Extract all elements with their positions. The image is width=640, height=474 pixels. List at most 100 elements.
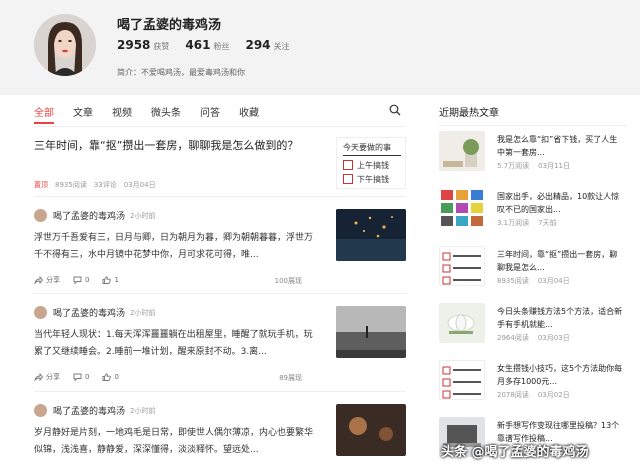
comment-button[interactable]: 0 xyxy=(73,276,89,284)
candle-image xyxy=(336,404,406,456)
sidebar-reads: 2964阅读 xyxy=(497,334,529,342)
sidebar-thumbnail[interactable] xyxy=(439,303,485,343)
tab-articles[interactable]: 文章 xyxy=(73,104,93,119)
thumb-line-2: 下午搞钱 xyxy=(357,175,389,184)
sidebar-article-meta: 2078阅读 03月02日 xyxy=(497,390,570,400)
sidebar-reads: 2078阅读 xyxy=(497,391,529,399)
sidebar-divider xyxy=(439,125,627,126)
post-text[interactable]: 浮世万千吾爱有三，日月与卿，日为朝月为暮，卿为朝朝暮暮，浮世万千不得有三，水中月… xyxy=(34,230,320,264)
tab-micro[interactable]: 微头条 xyxy=(151,104,181,119)
share-button[interactable]: 分享 xyxy=(34,372,60,382)
night-lanterns-image xyxy=(336,209,406,261)
article-meta: 置顶 8935阅读 33评论 03月04日 xyxy=(34,180,156,190)
sidebar-thumbnail[interactable] xyxy=(439,246,485,286)
sidebar-article-meta: 8935阅读 03月04日 xyxy=(497,276,570,286)
post-author[interactable]: 喝了孟婆的毒鸡汤 2小时前 xyxy=(34,209,155,222)
plant-image xyxy=(439,131,485,171)
post-views: 89展现 xyxy=(279,374,302,382)
fans-count: 461 xyxy=(185,38,211,52)
profile-avatar[interactable] xyxy=(34,14,96,76)
post-thumbnail[interactable] xyxy=(336,404,406,456)
author-name[interactable]: 喝了孟婆的毒鸡汤 xyxy=(53,404,125,417)
sidebar-article[interactable]: 三年时间，靠“抠”攒出一套房，聊聊我是怎么... 8935阅读 03月04日 xyxy=(439,246,629,290)
like-button[interactable]: 0 xyxy=(102,373,119,381)
tab-videos[interactable]: 视频 xyxy=(112,104,132,119)
sidebar-date: 03月04日 xyxy=(537,277,570,285)
sidebar-title: 近期最热文章 xyxy=(439,108,499,119)
post-author[interactable]: 喝了孟婆的毒鸡汤 2小时前 xyxy=(34,306,155,319)
fans-label: 粉丝 xyxy=(213,42,230,51)
profile-intro: 简介：不爱喝鸡汤，最爱毒鸡汤和你 xyxy=(117,68,245,77)
comment-icon xyxy=(73,373,82,381)
post-text[interactable]: 当代年轻人现状：1.每天浑浑噩噩躺在出租屋里，睡醒了就玩手机，玩累了又继续睡会。… xyxy=(34,327,320,361)
product-grid-image xyxy=(439,188,485,228)
sidebar-date: 03月11日 xyxy=(538,162,570,170)
post-actions: 分享 0 1 xyxy=(34,275,132,285)
share-label: 分享 xyxy=(46,276,60,284)
tab-qa[interactable]: 问答 xyxy=(200,104,220,119)
author-name[interactable]: 喝了孟婆的毒鸡汤 xyxy=(53,306,125,319)
sidebar-article[interactable]: 女生攒钱小技巧，这5个方法助你每月多存1000元... 2078阅读 03月02日 xyxy=(439,360,629,404)
follow-stat[interactable]: 294 关注 xyxy=(245,38,289,52)
post-text[interactable]: 岁月静好是片刻，一地鸡毛是日常，即使世人偶尔薄凉，内心也要繁华似锦，浅浅喜，静静… xyxy=(34,425,320,459)
post-thumbnail[interactable] xyxy=(336,306,406,358)
share-button[interactable]: 分享 xyxy=(34,275,60,285)
check-box-icon xyxy=(343,174,353,184)
post-item[interactable]: 喝了孟婆的毒鸡汤 2小时前 当代年轻人现状：1.每天浑浑噩噩躺在出租屋里，睡醒了… xyxy=(34,294,406,392)
follow-count: 294 xyxy=(245,38,271,52)
post-time: 2小时前 xyxy=(130,406,156,415)
tab-favorites[interactable]: 收藏 xyxy=(239,104,259,119)
article-title[interactable]: 三年时间，靠“抠”攒出一套房，聊聊我是怎么做到的？ xyxy=(34,137,320,154)
author-avatar[interactable] xyxy=(34,209,47,222)
sidebar-article[interactable]: 我是怎么靠“扣”省下钱，买了人生中第一套房... 5.7万阅读 03月11日 xyxy=(439,131,629,175)
sidebar-article-title[interactable]: 今日头条赚钱方法5个方法，适合新手有手机就能... xyxy=(497,305,625,331)
tab-all[interactable]: 全部 xyxy=(34,104,54,119)
sidebar-date: 03月02日 xyxy=(537,391,570,399)
likes-stat[interactable]: 2958 获赞 xyxy=(117,38,169,52)
post-time: 2小时前 xyxy=(130,211,156,220)
sidebar-thumbnail[interactable] xyxy=(439,360,485,400)
content-tabs: 全部 文章 视频 微头条 问答 收藏 xyxy=(34,104,278,119)
thumb-line-1: 上午搞钱 xyxy=(357,161,389,170)
sidebar-article-meta: 5.7万阅读 03月11日 xyxy=(497,161,570,171)
active-tab-indicator xyxy=(34,122,54,124)
sidebar-article-title[interactable]: 国家出手，必出精品，10款让人惊叹不已的国家出... xyxy=(497,190,625,216)
profile-name: 喝了孟婆的毒鸡汤 xyxy=(117,18,222,33)
todo-list-image xyxy=(440,247,484,285)
sidebar-article-title[interactable]: 三年时间，靠“抠”攒出一套房，聊聊我是怎么... xyxy=(497,248,625,274)
sidebar-thumbnail[interactable] xyxy=(439,131,485,171)
feed: 三年时间，靠“抠”攒出一套房，聊聊我是怎么做到的？ 置顶 8935阅读 33评论… xyxy=(34,126,406,474)
article-thumbnail[interactable]: 今天要做的事 上午搞钱 下午搞钱 xyxy=(336,137,406,189)
flower-image xyxy=(439,303,485,343)
fans-stat[interactable]: 461 粉丝 xyxy=(185,38,229,52)
like-button[interactable]: 1 xyxy=(102,276,119,284)
sidebar-article-meta: 3.1万阅读 7天前 xyxy=(497,218,557,228)
pinned-badge: 置顶 xyxy=(34,181,48,189)
author-name[interactable]: 喝了孟婆的毒鸡汤 xyxy=(53,209,125,222)
author-avatar[interactable] xyxy=(34,306,47,319)
post-views: 100展现 xyxy=(274,277,302,285)
article-date: 03月04日 xyxy=(123,181,156,189)
thumb-rule xyxy=(343,155,401,156)
author-avatar[interactable] xyxy=(34,404,47,417)
sidebar-date: 7天前 xyxy=(538,219,557,227)
comment-button[interactable]: 0 xyxy=(73,373,89,381)
sidebar-article-title[interactable]: 女生攒钱小技巧，这5个方法助你每月多存1000元... xyxy=(497,362,625,388)
sidebar-reads: 5.7万阅读 xyxy=(497,162,530,170)
post-item[interactable]: 喝了孟婆的毒鸡汤 2小时前 岁月静好是片刻，一地鸡毛是日常，即使世人偶尔薄凉，内… xyxy=(34,392,406,474)
likes-label: 获赞 xyxy=(153,42,170,51)
article-item[interactable]: 三年时间，靠“抠”攒出一套房，聊聊我是怎么做到的？ 置顶 8935阅读 33评论… xyxy=(34,127,406,197)
post-author[interactable]: 喝了孟婆的毒鸡汤 2小时前 xyxy=(34,404,155,417)
sidebar-article[interactable]: 今日头条赚钱方法5个方法，适合新手有手机就能... 2964阅读 03月03日 xyxy=(439,303,629,347)
check-box-icon xyxy=(343,160,353,170)
sidebar-reads: 3.1万阅读 xyxy=(497,219,530,227)
sidebar-article-title[interactable]: 我是怎么靠“扣”省下钱，买了人生中第一套房... xyxy=(497,133,625,159)
comment-count: 0 xyxy=(85,373,90,381)
search-icon[interactable] xyxy=(389,104,401,116)
sidebar-article-meta: 2964阅读 03月03日 xyxy=(497,333,570,343)
sidebar-article[interactable]: 国家出手，必出精品，10款让人惊叹不已的国家出... 3.1万阅读 7天前 xyxy=(439,188,629,232)
profile-stats: 2958 获赞 461 粉丝 294 关注 xyxy=(117,38,306,52)
sidebar-thumbnail[interactable] xyxy=(439,188,485,228)
post-thumbnail[interactable] xyxy=(336,209,406,261)
post-item[interactable]: 喝了孟婆的毒鸡汤 2小时前 浮世万千吾爱有三，日月与卿，日为朝月为暮，卿为朝朝暮… xyxy=(34,197,406,294)
